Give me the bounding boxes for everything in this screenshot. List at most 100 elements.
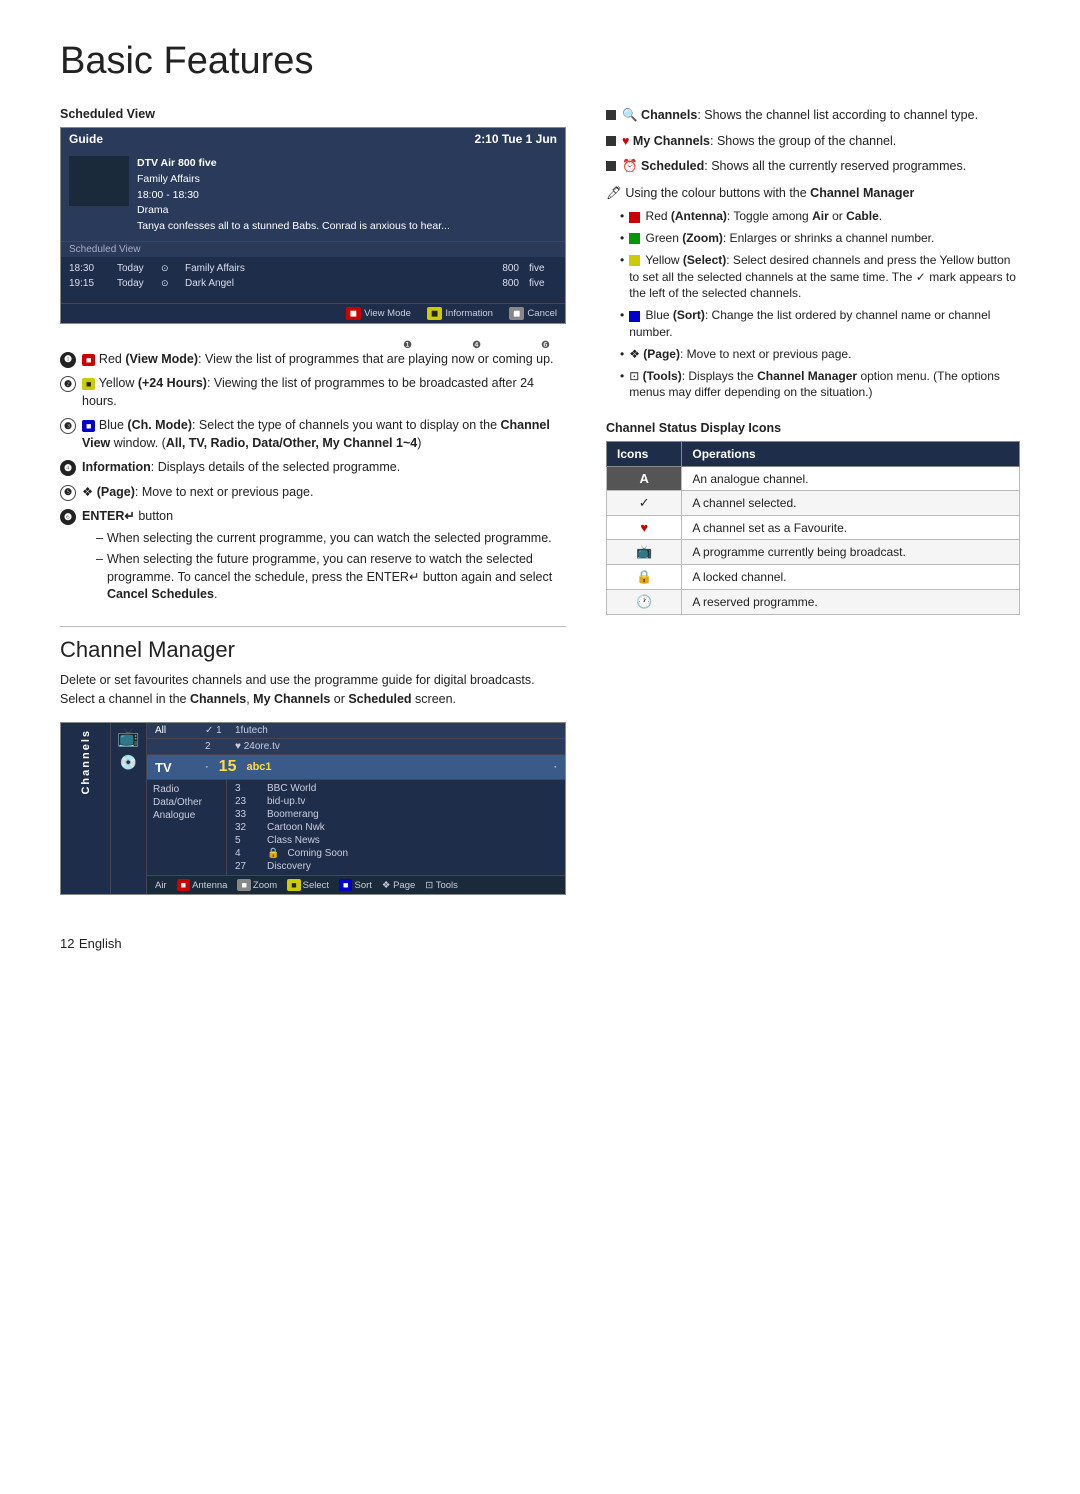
channel-manager-desc: Delete or set favourites channels and us… [60,671,566,709]
page-number: 12 English [60,935,1020,953]
ch-num: 3 [235,783,259,794]
status-operation: A channel set as a Favourite. [682,516,1020,540]
lock-icon: 🔒 [267,848,279,859]
ch-num: 5 [235,835,259,846]
ch-name: BBC World [267,783,316,794]
ch-name: Discovery [267,861,311,872]
footer-antenna: ■ Antenna [177,879,228,891]
guide-timerange: 18:00 - 18:30 [137,188,450,204]
status-operation: An analogue channel. [682,467,1020,491]
bold-mychannels: My Channels [633,134,710,148]
cm-category-col: Radio Data/Other Analogue [147,780,227,875]
heart-icon: ♥ [622,134,629,148]
bold-options: All, TV, Radio, Data/Other, My Channel 1… [166,436,417,450]
right-column: 🔍 Channels: Shows the channel list accor… [606,107,1020,905]
bullet-list: 🔍 Channels: Shows the channel list accor… [606,107,1020,176]
guide-content: DTV Air 800 five Family Affairs 18:00 - … [61,150,565,241]
cm-bullet: · [205,761,209,773]
gray-button: ◼ [509,307,524,320]
list-item: 🔍 Channels: Shows the channel list accor… [606,107,1020,125]
list-item: ❻ ENTER↵ button – When selecting the cur… [60,508,566,608]
cm-ch2name: ♥ 24ore.tv [235,741,557,752]
bold-label: Information [82,460,151,474]
guide-rows: 18:30 Today ⊙ Family Affairs 800 five 19… [61,257,565,303]
bold-zoom: (Zoom) [682,231,723,245]
num-1: ❶ [403,340,412,351]
cat-analogue: Analogue [153,809,220,822]
bold-channel-manager2: Channel Manager [757,369,857,383]
blue-indicator: ■ [82,420,95,432]
guide-footer: ◼ View Mode ◼ Information ◼ Cancel [61,303,565,323]
sub-item: – When selecting the current programme, … [96,530,566,548]
list-item: 32 Cartoon Nwk [227,821,565,834]
ch-num: 32 [235,822,259,833]
ch-num: 4 [235,848,259,859]
cm-num2: 2 [205,741,225,752]
item-content: ■ Yellow (+24 Hours): Viewing the list o… [82,375,566,410]
table-header-operations: Operations [682,442,1020,467]
list-item: • Yellow (Select): Select desired channe… [620,252,1020,302]
bold-cancel: Cancel Schedules [107,587,214,601]
cat-radio: Radio [153,783,220,796]
footer-sort: ■ Sort [339,879,372,891]
section-divider [60,626,566,627]
row-time: 19:15 [69,278,107,289]
footer-red: ◼ View Mode [346,307,411,320]
sub-text: When selecting the future programme, you… [107,551,566,604]
table-row: 🕐 A reserved programme. [607,590,1020,615]
list-item: ❹ Information: Displays details of the s… [60,459,566,477]
row-program: Family Affairs [185,263,481,274]
list-item: 5 Class News [227,834,565,847]
table-row: 19:15 Today ⊙ Dark Angel 800 five [69,276,557,291]
cm-blank [155,741,195,752]
dash-icon: – [96,530,103,548]
colour-section: 🖊 Using the colour buttons with the Chan… [606,184,1020,402]
colour-dot-list: • Red (Antenna): Toggle among Air or Cab… [606,208,1020,401]
status-section: Channel Status Display Icons Icons Opera… [606,421,1020,615]
red-indicator: ■ [82,354,95,366]
cm-check1: ✓ 1 [205,725,225,736]
bold-channel-manager: Channel Manager [810,186,914,200]
row-chname: five [529,263,557,274]
dash-icon: – [96,551,103,604]
list-item: 4 🔒 Coming Soon [227,847,565,860]
yellow-button: ◼ [427,307,442,320]
green-square-icon [629,233,640,244]
table-row [69,295,557,299]
numbered-list: ❶ ■ Red (View Mode): View the list of pr… [60,351,566,608]
item-text: ⏰ Scheduled: Shows all the currently res… [622,158,966,176]
cm-vertical-label: Channels [80,729,92,795]
bold-page: (Page) [643,347,680,361]
bold-label: (View Mode) [125,352,198,366]
item-content: Information: Displays details of the sel… [82,459,566,477]
guide-genre: Drama [137,203,450,219]
cm-sidebar-label-col: Channels [61,723,111,894]
blue-square-icon [629,311,640,322]
bold-scheduled: Scheduled [641,159,704,173]
status-icon: A [607,467,682,491]
bold-channels: Channels [190,692,246,706]
bold-label: (Page) [97,485,135,499]
bullet-dot: • [620,252,624,302]
cm-top-row: All ✓ 1 1futech [147,723,565,739]
ch-name: Boomerang [267,809,319,820]
square-bullet [606,110,616,120]
bold-mychannels: My Channels [253,692,330,706]
sort-button: ■ [339,879,352,891]
row-time: 18:30 [69,263,107,274]
item-content: ❖ (Page): Move to next or previous page. [82,484,566,502]
ch-name: Class News [267,835,320,846]
status-icon: ✓ [607,491,682,516]
red-button: ◼ [346,307,361,320]
list-item: • Green (Zoom): Enlarges or shrinks a ch… [620,230,1020,247]
row-day: Today [117,278,151,289]
guide-box: Guide 2:10 Tue 1 Jun DTV Air 800 five Fa… [60,127,566,324]
cm-ch-name-highlighted: abc1 [246,761,543,773]
list-item: ⏰ Scheduled: Shows all the currently res… [606,158,1020,176]
cat-dataother: Data/Other [153,796,220,809]
section-label-scheduled: Scheduled View [60,107,566,121]
list-item: ❷ ■ Yellow (+24 Hours): Viewing the list… [60,375,566,410]
cm-bullet2: · [553,761,557,773]
status-icon: 🕐 [607,590,682,615]
item-text: Yellow (Select): Select desired channels… [629,252,1020,302]
